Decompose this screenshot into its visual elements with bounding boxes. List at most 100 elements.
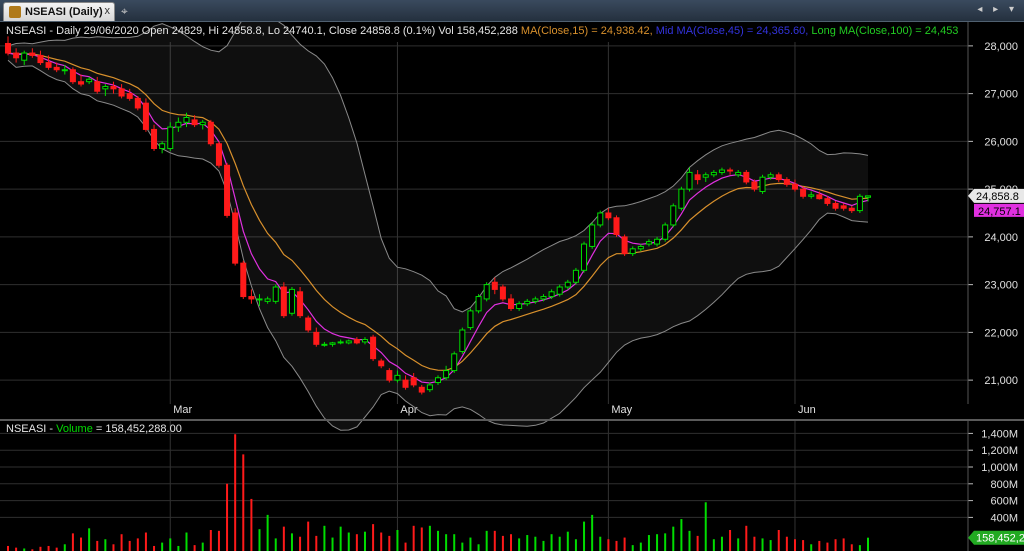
price-tick-label: 24,000: [984, 232, 1018, 244]
candle-body: [540, 296, 547, 300]
candle-body: [183, 117, 190, 123]
candle-body: [467, 310, 474, 329]
candle-body: [735, 171, 742, 176]
candle-body: [718, 169, 725, 173]
candle-body: [86, 78, 93, 83]
candle: [167, 122, 174, 151]
candle-body: [605, 212, 612, 219]
candle-body: [37, 54, 44, 64]
chart-area[interactable]: MarAprMayJun 21,00022,00023,00024,00025,…: [0, 22, 1024, 551]
candle-body: [167, 126, 174, 150]
candle: [613, 215, 620, 237]
volume-tick-label: 800M: [990, 479, 1018, 491]
candle-body: [524, 300, 531, 305]
candle-body: [175, 121, 182, 128]
candle-body: [581, 243, 588, 271]
candle-body: [337, 341, 344, 344]
candle-body: [589, 224, 596, 247]
candle-body: [564, 281, 571, 288]
candle: [240, 260, 247, 299]
candle-body: [21, 52, 28, 61]
candle-body: [102, 85, 109, 90]
candle-body: [662, 224, 669, 240]
candle-body: [816, 194, 823, 200]
volume-tick-label: 1,000M: [981, 462, 1018, 474]
month-label: May: [611, 404, 632, 416]
candle-body: [110, 85, 117, 90]
candle-body: [710, 171, 717, 176]
last-price-marker: 24,858.8: [968, 188, 1024, 203]
candle-body: [840, 205, 847, 209]
candle-body: [118, 88, 125, 97]
candle: [215, 141, 222, 168]
candle-body: [426, 384, 433, 391]
tab-nav-arrows-icon[interactable]: ◂ ▸ ▾: [977, 4, 1018, 15]
tab-nseasi-daily[interactable]: NSEASI (Daily) x: [3, 2, 115, 21]
candle-body: [499, 286, 506, 300]
candle-body: [361, 339, 368, 343]
candle-body: [516, 303, 523, 310]
price-tick-label: 21,000: [984, 375, 1018, 387]
tab-bar: NSEASI (Daily) x ⌖ ◂ ▸ ▾: [0, 0, 1024, 22]
candle-body: [224, 164, 231, 216]
ma-price-label: 24,757.1: [978, 206, 1021, 218]
price-header: NSEASI - Daily 29/06/2020 Open 24829, Hi…: [6, 25, 958, 37]
month-label: Jun: [798, 404, 816, 416]
candle-body: [53, 66, 60, 71]
close-tab-icon[interactable]: x: [105, 5, 111, 17]
price-tick-label: 23,000: [984, 280, 1018, 292]
volume-last-marker: 158,452,2: [968, 530, 1024, 545]
candle-body: [629, 248, 636, 255]
candle: [288, 287, 295, 316]
price-header-ma45: Mid MA(Close,45) = 24,365.60,: [656, 25, 812, 37]
candle-body: [791, 183, 798, 190]
candle-body: [621, 236, 628, 255]
price-header-ma100: Long MA(Close,100) = 24,453: [811, 25, 958, 37]
candle-body: [572, 269, 579, 283]
candle-body: [783, 179, 790, 185]
candle-body: [134, 97, 141, 109]
candle: [280, 282, 287, 319]
candle: [305, 315, 312, 333]
volume-header: NSEASI - Volume = 158,452,288.00: [6, 423, 182, 435]
candle-body: [321, 343, 328, 346]
candle-body: [353, 339, 360, 344]
candle-body: [434, 377, 442, 384]
candle-body: [159, 143, 166, 150]
candle-body: [727, 169, 734, 172]
candle: [759, 174, 766, 194]
volume-header-label: Volume: [56, 423, 93, 435]
candle-body: [532, 298, 539, 302]
candle-body: [29, 52, 36, 56]
candle-body: [597, 212, 604, 226]
candle: [678, 186, 685, 211]
volume-tick-label: 400M: [990, 512, 1018, 524]
candle-body: [491, 281, 498, 290]
price-tick-label: 28,000: [984, 41, 1018, 53]
candle-body: [345, 340, 352, 344]
volume-bars: [7, 434, 869, 551]
candle: [134, 96, 141, 111]
chart-window: NSEASI (Daily) x ⌖ ◂ ▸ ▾ Mar Apr May Jun 21…: [0, 0, 1024, 551]
candle-body: [613, 217, 620, 235]
candle-body: [61, 69, 68, 72]
new-tab-icon[interactable]: ⌖: [121, 4, 128, 19]
candle-body: [151, 128, 158, 150]
candle-body: [459, 329, 466, 352]
volume-tick-label: 1,400M: [981, 428, 1018, 440]
price-header-main: NSEASI - Daily 29/06/2020 Open 24829, Hi…: [6, 25, 521, 37]
candle: [370, 334, 377, 362]
candle-body: [443, 370, 450, 379]
candle: [467, 308, 474, 330]
candle: [297, 287, 304, 319]
candle: [207, 119, 214, 147]
candle-body: [94, 81, 101, 92]
candle-body: [508, 298, 515, 310]
candle: [475, 294, 482, 314]
candle: [459, 327, 466, 354]
candle: [483, 282, 490, 302]
ma-price-marker: 24,757.1: [974, 203, 1024, 218]
volume-grid: [0, 432, 968, 518]
candle-body: [808, 194, 815, 197]
volume-tick-label: 1,200M: [981, 445, 1018, 457]
